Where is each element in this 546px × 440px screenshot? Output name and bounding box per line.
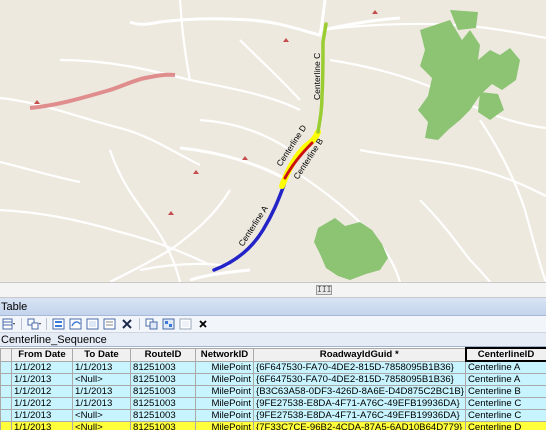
- table-header-row: From Date To Date RouteID NetworkID Road…: [0, 347, 546, 362]
- cell-centerline-id[interactable]: Centerline C: [465, 397, 546, 410]
- table-row[interactable]: 1/1/2012 1/1/2013 81251003 MilePoint {6F…: [0, 360, 546, 374]
- delete-selected-icon[interactable]: [120, 318, 134, 330]
- cell-roadway-guid[interactable]: {9FE27538-E8DA-4F71-A76C-49EFB19936DA}: [253, 397, 466, 410]
- map-scroll-strip[interactable]: III: [0, 282, 546, 298]
- toolbar-separator: [21, 318, 22, 330]
- column-header-centerline-id[interactable]: CenterlineID: [464, 347, 546, 362]
- cell-network-id[interactable]: MilePoint: [195, 373, 254, 386]
- map-canvas[interactable]: Centerline A Centerline B Centerline C C…: [0, 0, 546, 282]
- cell-centerline-id[interactable]: Centerline A: [465, 360, 546, 374]
- column-header-network-id[interactable]: NetworkID: [195, 347, 254, 362]
- cell-from-date[interactable]: 1/1/2013: [11, 409, 73, 422]
- cell-roadway-guid[interactable]: {B3C63A58-0DF3-426D-8A6E-D4D875C2BC1B}: [253, 385, 466, 398]
- column-header-to-date[interactable]: To Date: [72, 347, 131, 362]
- switch-selection-icon[interactable]: [69, 318, 83, 330]
- cell-centerline-id[interactable]: Centerline C: [465, 409, 546, 422]
- cell-route-id[interactable]: 81251003: [130, 360, 196, 374]
- cell-from-date[interactable]: 1/1/2012: [11, 385, 73, 398]
- toolbar-separator: [46, 318, 47, 330]
- table-row[interactable]: 1/1/2013 <Null> 81251003 MilePoint {9FE2…: [0, 409, 546, 422]
- select-all-icon[interactable]: [162, 318, 176, 330]
- clear-selection-icon[interactable]: [86, 318, 100, 330]
- cell-roadway-guid[interactable]: {6F647530-FA70-4DE2-815D-7858095B1B36}: [253, 360, 466, 374]
- cell-from-date[interactable]: 1/1/2013: [11, 373, 73, 386]
- select-by-attributes-icon[interactable]: [52, 318, 66, 330]
- cell-to-date[interactable]: 1/1/2013: [72, 397, 131, 410]
- cell-centerline-id[interactable]: Centerline A: [465, 373, 546, 386]
- cell-to-date[interactable]: 1/1/2013: [72, 385, 131, 398]
- scroll-grip[interactable]: III: [316, 285, 332, 295]
- table-empty-area: [0, 430, 546, 440]
- row-selector[interactable]: [0, 397, 12, 410]
- map-view[interactable]: Centerline A Centerline B Centerline C C…: [0, 0, 546, 282]
- copy-icon[interactable]: [145, 318, 159, 330]
- row-selector[interactable]: [0, 373, 12, 386]
- tab-centerline-sequence[interactable]: Centerline_Sequence: [0, 333, 546, 347]
- cell-roadway-guid[interactable]: {6F647530-FA70-4DE2-815D-7858095B1B36}: [253, 373, 466, 386]
- cell-to-date[interactable]: <Null>: [72, 409, 131, 422]
- export-icon[interactable]: [179, 318, 193, 330]
- cell-network-id[interactable]: MilePoint: [195, 409, 254, 422]
- cell-route-id[interactable]: 81251003: [130, 385, 196, 398]
- cell-to-date[interactable]: 1/1/2013: [72, 360, 131, 374]
- cell-route-id[interactable]: 81251003: [130, 409, 196, 422]
- close-icon[interactable]: [196, 318, 210, 330]
- table-options-icon[interactable]: [2, 318, 16, 330]
- column-header-roadway-id-guid[interactable]: RoadwayIdGuid *: [253, 347, 466, 362]
- cell-from-date[interactable]: 1/1/2012: [11, 360, 73, 374]
- cell-network-id[interactable]: MilePoint: [195, 385, 254, 398]
- cell-network-id[interactable]: MilePoint: [195, 397, 254, 410]
- related-tables-icon[interactable]: [27, 318, 41, 330]
- cell-from-date[interactable]: 1/1/2012: [11, 397, 73, 410]
- table-window-title: Table: [0, 298, 546, 316]
- table-row[interactable]: 1/1/2012 1/1/2013 81251003 MilePoint {B3…: [0, 385, 546, 398]
- table-row[interactable]: 1/1/2012 1/1/2013 81251003 MilePoint {9F…: [0, 397, 546, 410]
- cell-to-date[interactable]: <Null>: [72, 373, 131, 386]
- row-selector[interactable]: [0, 385, 12, 398]
- zoom-to-selected-icon[interactable]: [103, 318, 117, 330]
- row-selector[interactable]: [0, 360, 12, 374]
- cell-route-id[interactable]: 81251003: [130, 373, 196, 386]
- cell-network-id[interactable]: MilePoint: [195, 360, 254, 374]
- row-selector-header[interactable]: [0, 347, 12, 362]
- attribute-table: From Date To Date RouteID NetworkID Road…: [0, 347, 546, 434]
- table-toolbar: [0, 316, 546, 333]
- column-header-from-date[interactable]: From Date: [11, 347, 73, 362]
- cell-roadway-guid[interactable]: {9FE27538-E8DA-4F71-A76C-49EFB19936DA}: [253, 409, 466, 422]
- column-header-route-id[interactable]: RouteID: [130, 347, 196, 362]
- cell-route-id[interactable]: 81251003: [130, 397, 196, 410]
- toolbar-separator: [139, 318, 140, 330]
- row-selector[interactable]: [0, 409, 12, 422]
- table-row[interactable]: 1/1/2013 <Null> 81251003 MilePoint {6F64…: [0, 373, 546, 386]
- cell-centerline-id[interactable]: Centerline B: [465, 385, 546, 398]
- centerline-c-label: Centerline C: [312, 53, 322, 100]
